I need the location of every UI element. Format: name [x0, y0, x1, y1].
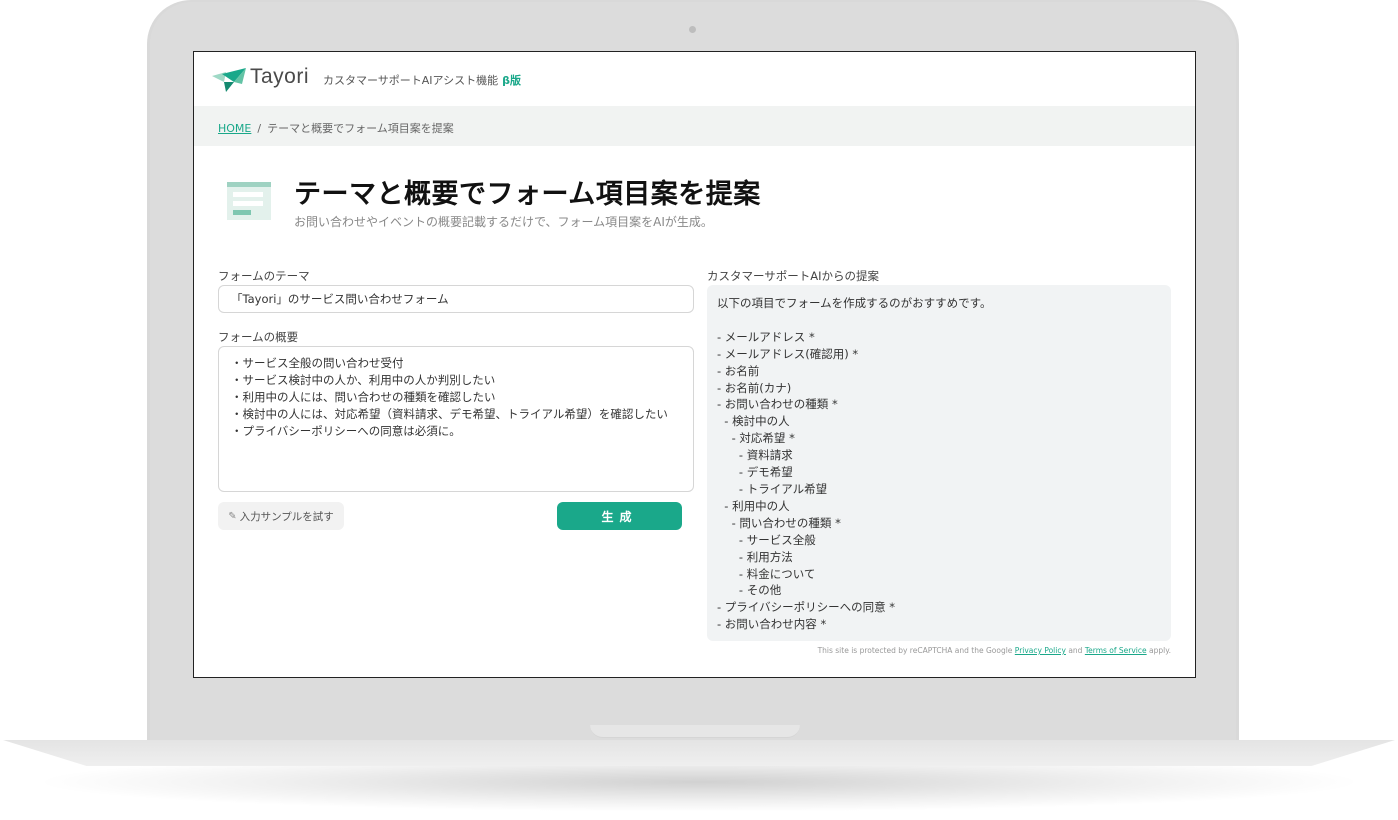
breadcrumb-home-link[interactable]: HOME: [218, 122, 251, 135]
result-line: - トライアル希望: [717, 481, 828, 496]
result-line: - お問い合わせの種類 *: [717, 397, 838, 412]
try-sample-button[interactable]: ✎ 入力サンプルを試す: [218, 502, 344, 530]
result-line: - メールアドレス *: [717, 329, 815, 344]
recaptcha-notice: This site is protected by reCAPTCHA and …: [754, 646, 1171, 655]
theme-input[interactable]: 「Tayori」のサービス問い合わせフォーム: [218, 285, 694, 313]
breadcrumb-separator: /: [257, 122, 262, 135]
form-document-icon: [227, 182, 271, 220]
result-line: - サービス全般: [717, 532, 816, 547]
try-sample-label: 入力サンプルを試す: [239, 510, 334, 523]
result-line: - その他: [717, 583, 782, 598]
result-line: 以下の項目でフォームを作成するのがおすすめです。: [717, 296, 992, 310]
pencil-icon: ✎: [228, 510, 237, 522]
result-label: カスタマーサポートAIからの提案: [707, 269, 880, 283]
summary-line: ・サービス全般の問い合わせ受付: [231, 356, 404, 370]
laptop-base: [3, 740, 1395, 766]
generate-button[interactable]: 生成: [557, 502, 682, 530]
beta-badge: β版: [502, 74, 521, 87]
result-line: - お名前(カナ): [717, 380, 792, 395]
result-box: 以下の項目でフォームを作成するのがおすすめです。 - メールアドレス * - メ…: [707, 285, 1171, 641]
result-line: - 料金について: [717, 566, 816, 581]
breadcrumb-bar: HOME / テーマと概要でフォーム項目案を提案: [194, 106, 1195, 146]
result-line: - お問い合わせ内容 *: [717, 617, 827, 632]
result-line: - メールアドレス(確認用) *: [717, 346, 859, 361]
tayori-bird-logo-icon[interactable]: [212, 68, 248, 92]
result-line: - 問い合わせの種類 *: [717, 515, 841, 530]
summary-line: ・プライバシーポリシーへの同意は必須に。: [231, 424, 461, 438]
result-line: - 資料請求: [717, 448, 793, 463]
header-subtitle-text: カスタマーサポートAIアシスト機能: [323, 74, 499, 87]
summary-textarea[interactable]: ・サービス全般の問い合わせ受付 ・サービス検討中の人か、利用中の人か判別したい …: [218, 346, 694, 492]
summary-line: ・検討中の人には、対応希望（資料請求、デモ希望、トライアル希望）を確認したい: [231, 407, 668, 421]
result-line: - お名前: [717, 363, 760, 378]
recaptcha-prefix: This site is protected by reCAPTCHA and …: [817, 646, 1013, 655]
breadcrumb-current: テーマと概要でフォーム項目案を提案: [267, 122, 454, 135]
app-header: Tayori カスタマーサポートAIアシスト機能 β版: [194, 52, 1195, 106]
recaptcha-suffix: apply.: [1149, 646, 1171, 655]
header-subtitle: カスタマーサポートAIアシスト機能 β版: [323, 72, 521, 88]
page-subtitle: お問い合わせやイベントの概要記載するだけで、フォーム項目案をAIが生成。: [294, 215, 713, 229]
result-line: - 対応希望 *: [717, 431, 795, 446]
breadcrumb: HOME / テーマと概要でフォーム項目案を提案: [218, 120, 454, 136]
summary-label: フォームの概要: [218, 330, 299, 344]
laptop-notch: [590, 725, 800, 738]
result-line: - 利用方法: [717, 549, 793, 564]
page-title: テーマと概要でフォーム項目案を提案: [294, 179, 761, 210]
result-line: - 利用中の人: [717, 498, 790, 513]
result-line: - 検討中の人: [717, 414, 790, 429]
logo-text[interactable]: Tayori: [250, 65, 309, 89]
theme-label: フォームのテーマ: [218, 269, 310, 283]
result-line: - プライバシーポリシーへの同意 *: [717, 600, 895, 615]
camera-dot: [689, 26, 696, 33]
result-line: - デモ希望: [717, 465, 793, 480]
privacy-policy-link[interactable]: Privacy Policy: [1015, 646, 1066, 655]
summary-line: ・利用中の人には、問い合わせの種類を確認したい: [231, 390, 496, 404]
terms-of-service-link[interactable]: Terms of Service: [1085, 646, 1147, 655]
recaptcha-and: and: [1068, 646, 1083, 655]
app-screen: Tayori カスタマーサポートAIアシスト機能 β版 HOME / テーマと概要でフ…: [193, 51, 1196, 678]
result-line: [717, 312, 1171, 329]
summary-line: ・サービス検討中の人か、利用中の人か判別したい: [231, 373, 496, 387]
